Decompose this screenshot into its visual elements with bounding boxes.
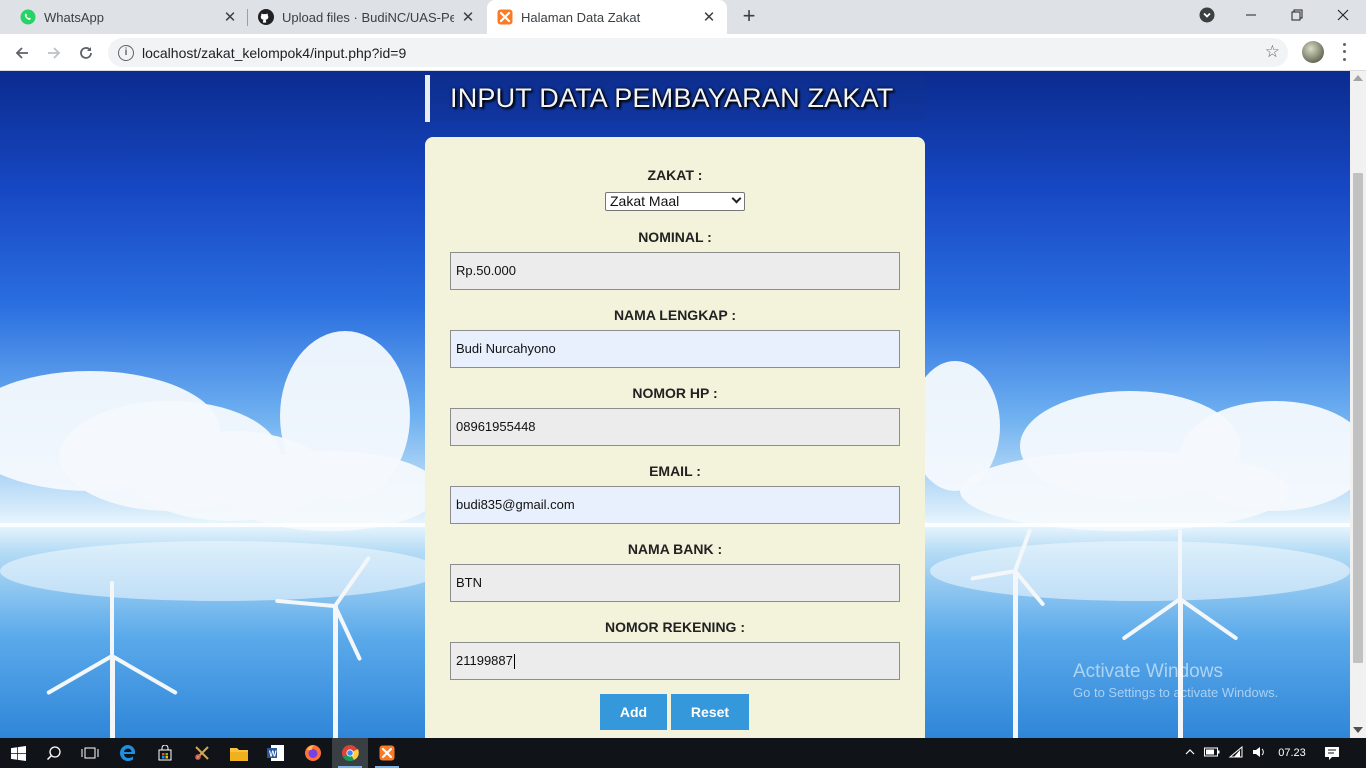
tab-whatsapp[interactable]: WhatsApp ✕ <box>0 0 248 34</box>
store-icon[interactable] <box>147 738 183 768</box>
watermark-title: Activate Windows <box>1073 661 1223 682</box>
nomor-rekening-label: NOMOR REKENING : <box>605 619 745 635</box>
nama-lengkap-input[interactable]: Budi Nurcahyono <box>450 330 900 368</box>
chrome-icon[interactable] <box>332 738 368 768</box>
github-icon <box>258 9 274 25</box>
activate-windows-watermark: Activate Windows Go to Settings to activ… <box>1073 661 1278 700</box>
search-icon[interactable] <box>36 738 72 768</box>
scroll-down-icon[interactable] <box>1353 727 1363 733</box>
chevron-down-icon <box>731 193 742 204</box>
task-view-icon[interactable] <box>72 738 108 768</box>
nominal-input[interactable]: Rp.50.000 <box>450 252 900 290</box>
tab-github[interactable]: Upload files · BudiNC/UAS-Pemrograman ✕ <box>248 0 486 34</box>
snipping-tool-icon[interactable] <box>184 738 220 768</box>
zakat-form: ZAKAT : Zakat Maal NOMINAL : Rp.50.000 N… <box>425 137 925 738</box>
nomor-rekening-value: 21199887 <box>456 653 513 668</box>
nomor-rekening-input[interactable]: 21199887 <box>450 642 900 680</box>
add-button[interactable]: Add <box>600 694 667 730</box>
wifi-icon[interactable] <box>1224 745 1248 762</box>
nominal-value: Rp.50.000 <box>456 263 516 278</box>
windows-start-icon[interactable] <box>0 738 36 768</box>
page-title: INPUT DATA PEMBAYARAN ZAKAT <box>450 83 894 113</box>
tab-strip: WhatsApp ✕ Upload files · BudiNC/UAS-Pem… <box>0 0 1366 34</box>
chevron-up-icon[interactable] <box>1180 747 1200 759</box>
email-value: budi835@gmail.com <box>456 497 575 512</box>
site-info-icon[interactable]: i <box>118 44 134 61</box>
watermark-subtitle: Go to Settings to activate Windows. <box>1073 685 1279 700</box>
zakat-select[interactable]: Zakat Maal <box>605 192 745 211</box>
file-explorer-icon[interactable] <box>221 738 257 768</box>
tab-halaman-data-zakat[interactable]: Halaman Data Zakat ✕ <box>487 0 727 34</box>
tab-title: Halaman Data Zakat <box>521 9 641 25</box>
zakat-label: ZAKAT : <box>647 167 703 183</box>
page-viewport: INPUT DATA PEMBAYARAN ZAKAT ZAKAT : Zaka… <box>0 71 1366 738</box>
scroll-up-icon[interactable] <box>1353 75 1363 81</box>
system-tray: 07.23 <box>1180 738 1350 768</box>
page-header: INPUT DATA PEMBAYARAN ZAKAT <box>425 75 925 122</box>
volume-icon[interactable] <box>1248 746 1270 761</box>
back-button[interactable] <box>8 39 36 67</box>
nomor-hp-value: 08961955448 <box>456 419 536 434</box>
forward-button[interactable] <box>40 39 68 67</box>
xampp-taskbar-icon[interactable] <box>369 738 405 768</box>
browser-toolbar: i localhost/zakat_kelompok4/input.php?id… <box>0 34 1366 71</box>
nama-bank-label: NAMA BANK : <box>627 541 723 557</box>
profile-avatar[interactable] <box>1302 41 1324 63</box>
email-input[interactable]: budi835@gmail.com <box>450 486 900 524</box>
new-tab-button[interactable]: + <box>737 5 761 29</box>
notification-icon[interactable] <box>1314 746 1350 760</box>
restore-button[interactable] <box>1274 0 1320 30</box>
xampp-icon <box>497 9 513 25</box>
close-window-button[interactable] <box>1320 0 1366 30</box>
nominal-label: NOMINAL : <box>638 229 712 245</box>
windows-taskbar: W 07.23 <box>0 738 1366 768</box>
close-icon[interactable]: ✕ <box>701 9 717 26</box>
scrollbar-thumb[interactable] <box>1353 173 1363 663</box>
edge-icon[interactable] <box>110 738 146 768</box>
nama-bank-input[interactable]: BTN <box>450 564 900 602</box>
reset-button[interactable]: Reset <box>671 694 749 730</box>
bookmark-star-icon[interactable]: ☆ <box>1265 42 1280 62</box>
text-caret <box>513 654 515 670</box>
tab-search-icon[interactable] <box>1184 0 1230 30</box>
browser-menu-icon[interactable] <box>1336 41 1352 63</box>
close-icon[interactable]: ✕ <box>222 9 238 26</box>
nomor-hp-input[interactable]: 08961955448 <box>450 408 900 446</box>
nama-bank-value: BTN <box>456 575 482 590</box>
address-bar[interactable]: i localhost/zakat_kelompok4/input.php?id… <box>108 38 1288 67</box>
email-label: EMAIL : <box>649 463 701 479</box>
firefox-icon[interactable] <box>295 738 331 768</box>
url-text: localhost/zakat_kelompok4/input.php?id=9 <box>142 44 407 61</box>
tab-title: Upload files · BudiNC/UAS-Pemrograman <box>282 9 454 25</box>
nama-lengkap-label: NAMA LENGKAP : <box>613 307 737 323</box>
clock[interactable]: 07.23 <box>1270 747 1314 759</box>
svg-text:W: W <box>269 750 277 759</box>
zakat-select-value: Zakat Maal <box>610 193 680 209</box>
close-icon[interactable]: ✕ <box>460 9 476 26</box>
tab-title: WhatsApp <box>44 9 104 25</box>
word-icon[interactable]: W <box>258 738 294 768</box>
minimize-button[interactable] <box>1228 0 1274 30</box>
nama-lengkap-value: Budi Nurcahyono <box>456 341 556 356</box>
reload-button[interactable] <box>72 39 100 67</box>
nomor-hp-label: NOMOR HP : <box>632 385 718 401</box>
page-scrollbar[interactable] <box>1350 71 1366 738</box>
battery-icon[interactable] <box>1200 747 1224 760</box>
whatsapp-icon <box>20 9 36 25</box>
